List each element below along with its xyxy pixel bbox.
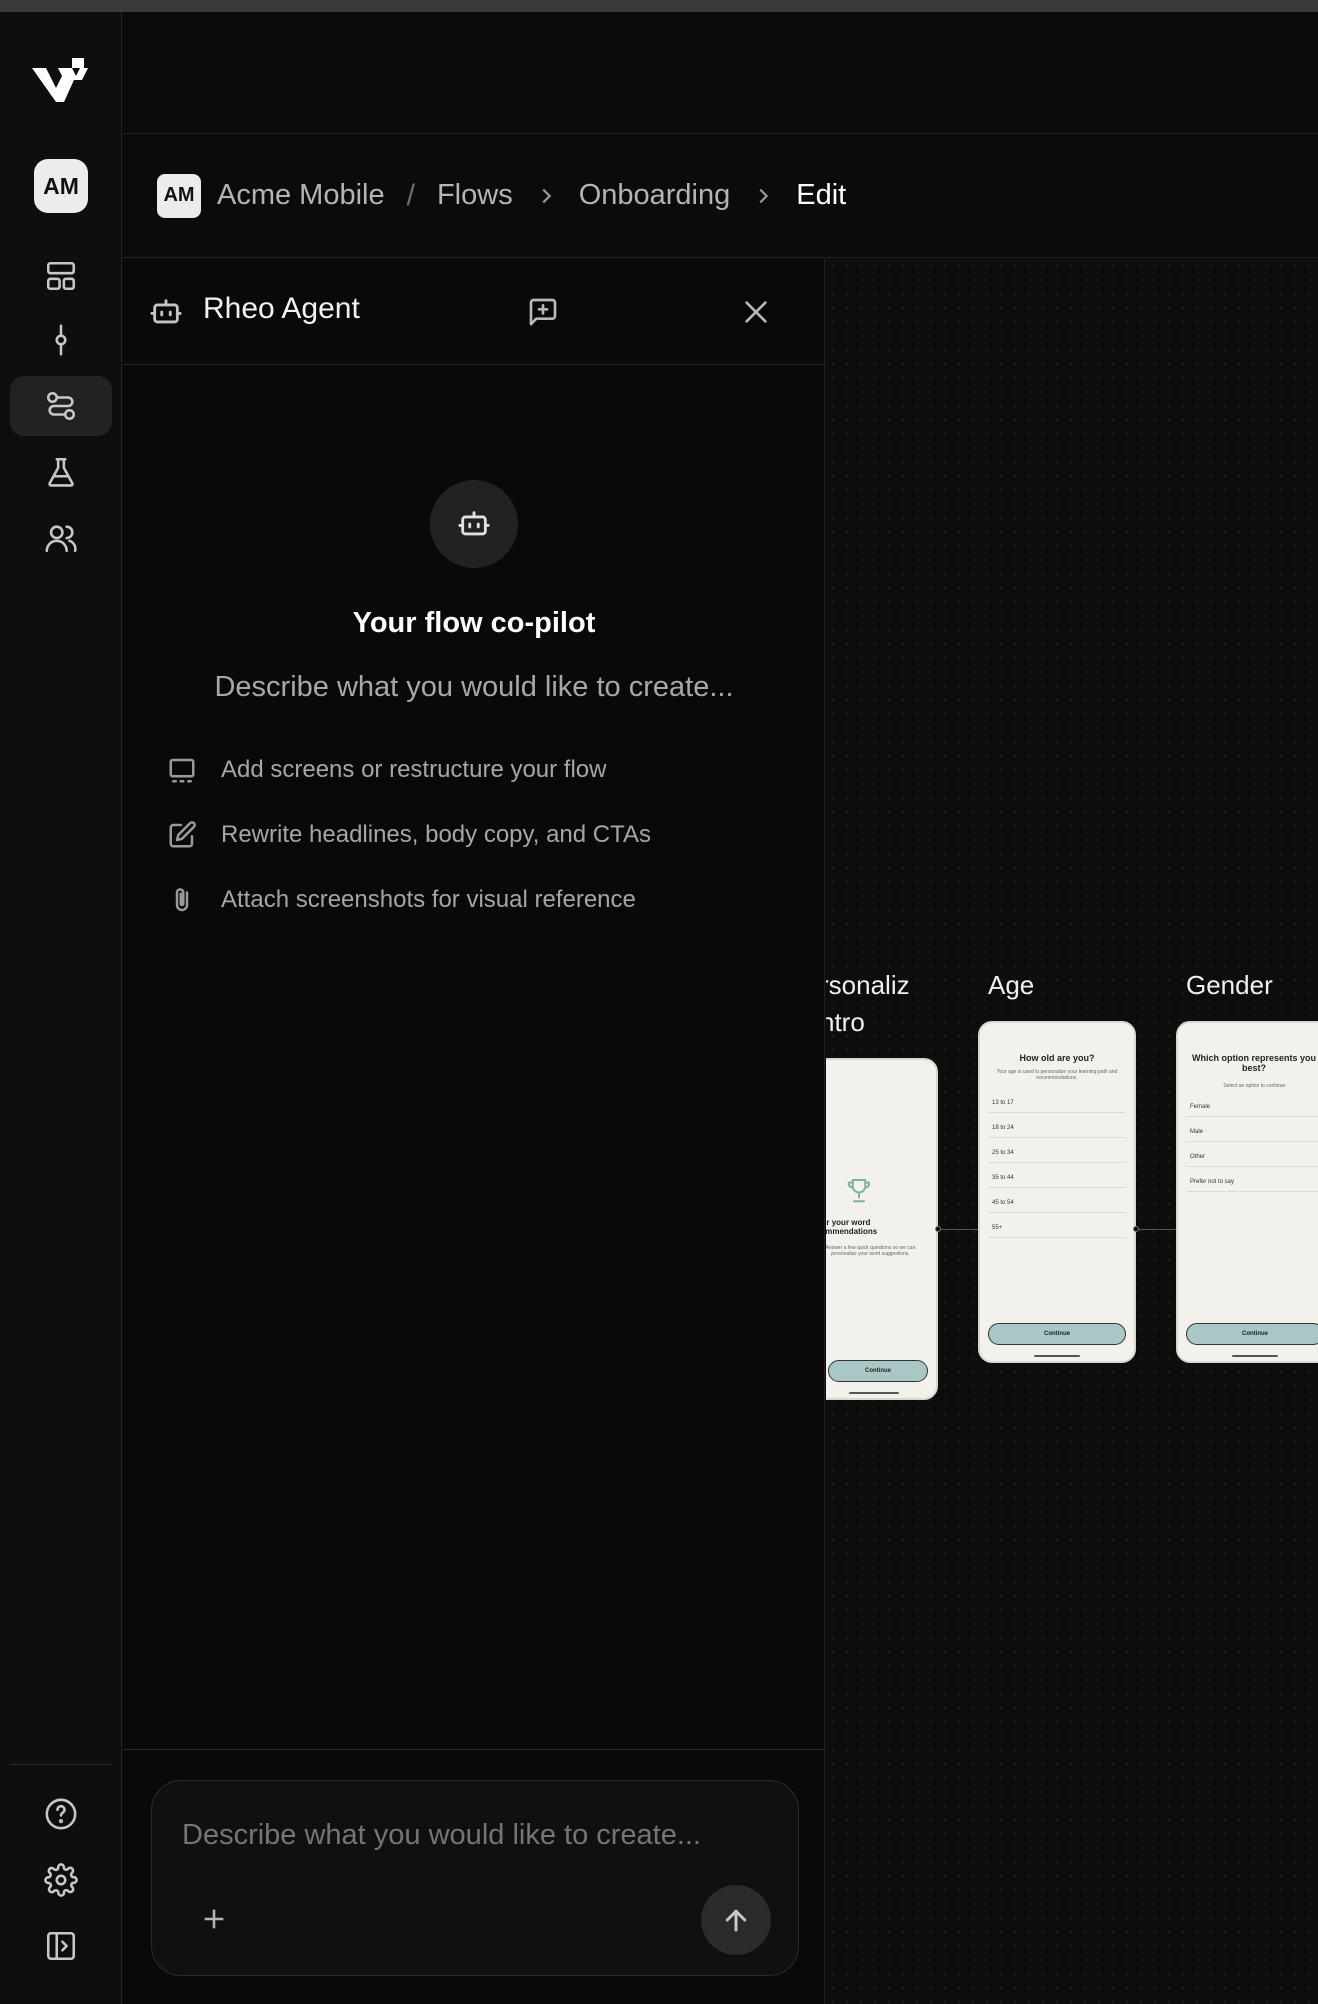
screen-card-age[interactable]: How old are you? Your age is used to per… (978, 1021, 1136, 1363)
flow-canvas[interactable]: rsonaliz ntro Tailor your word recommend… (826, 259, 1318, 2004)
collapse-sidebar-icon (46, 1931, 76, 1961)
home-indicator (848, 1392, 900, 1394)
settings-icon (44, 1863, 78, 1897)
connector-node (1133, 1226, 1139, 1232)
help-icon (45, 1798, 77, 1830)
nav-rail: AM (0, 12, 122, 2004)
breadcrumb-current: Edit (796, 179, 847, 211)
screen-card-gender[interactable]: Which option represents you best? Select… (1176, 1021, 1318, 1363)
experiments-icon (48, 457, 74, 487)
edit-icon (169, 821, 196, 848)
send-button[interactable] (701, 1885, 771, 1955)
screen-icon (169, 758, 195, 783)
attach-button[interactable] (194, 1899, 234, 1939)
option-row: Female (1186, 1097, 1318, 1117)
message-plus-icon (529, 298, 557, 326)
screen-cta: Continue (1186, 1323, 1318, 1345)
chevron-right-icon (752, 185, 774, 207)
breadcrumb-flows[interactable]: Flows (437, 179, 513, 212)
screen-headline: How old are you? (1019, 1053, 1095, 1063)
tip-label: Attach screenshots for visual reference (221, 886, 636, 913)
copilot-subtitle: Describe what you would like to create..… (214, 671, 734, 703)
option-row: 45 to 54 (988, 1193, 1126, 1213)
new-chat-button[interactable] (520, 289, 566, 335)
chevron-right-icon (535, 185, 557, 207)
trophy-icon (847, 1179, 871, 1203)
screen-label-gender[interactable]: Gender (1186, 967, 1273, 1004)
screen-cta: Continue (828, 1360, 928, 1382)
settings-button[interactable] (10, 1850, 112, 1910)
composer-area (123, 1749, 825, 2004)
tip-item: Rewrite headlines, body copy, and CTAs (167, 815, 651, 855)
screen-cta: Continue (988, 1323, 1126, 1345)
screen-label-personalize-intro[interactable]: rsonaliz ntro (826, 967, 910, 1041)
option-row: Male (1186, 1122, 1318, 1142)
breadcrumb-workspace[interactable]: Acme Mobile (217, 179, 385, 212)
breadcrumb-onboarding[interactable]: Onboarding (579, 179, 731, 212)
breadcrumb: AM Acme Mobile / Flows Onboarding Edit (123, 134, 1318, 258)
screen-headline: Which option represents you best? (1191, 1053, 1316, 1073)
screen-label-line: rsonaliz (826, 970, 910, 1000)
commit-icon (55, 324, 67, 356)
top-header (123, 12, 1318, 134)
breadcrumb-separator: / (406, 178, 415, 212)
robot-icon (150, 299, 182, 324)
screen-body: Select an option to continue. (1223, 1083, 1287, 1089)
prompt-input[interactable] (182, 1819, 772, 1852)
option-row: 13 to 17 (988, 1093, 1126, 1113)
nav-experiments-button[interactable] (10, 442, 112, 502)
connector-node (935, 1226, 941, 1232)
robot-icon (458, 511, 490, 536)
screen-body: Answer a few quick questions so we can p… (826, 1245, 916, 1257)
workspace-avatar: AM (157, 173, 201, 218)
logo-icon[interactable] (32, 58, 88, 110)
nav-versions-button[interactable] (10, 310, 112, 370)
user-avatar[interactable]: AM (34, 159, 88, 213)
collapse-sidebar-button[interactable] (10, 1916, 112, 1976)
screen-headline: Tailor your word recommendations (826, 1218, 878, 1236)
plus-icon (204, 1909, 224, 1929)
option-row: Prefer not to say (1186, 1172, 1318, 1192)
option-row: 18 to 24 (988, 1118, 1126, 1138)
close-icon (745, 301, 767, 323)
home-indicator (1033, 1355, 1081, 1357)
help-button[interactable] (10, 1784, 112, 1844)
nav-users-button[interactable] (10, 508, 112, 568)
flows-icon (46, 391, 76, 421)
window-top-bar (0, 0, 1318, 12)
tip-label: Rewrite headlines, body copy, and CTAs (221, 821, 651, 848)
screen-body: Your age is used to personalize your lea… (996, 1069, 1118, 1081)
tip-label: Add screens or restructure your flow (221, 756, 607, 783)
screen-label-line: ntro (826, 1007, 865, 1037)
tip-item: Attach screenshots for visual reference (167, 880, 636, 920)
option-row: Other (1186, 1147, 1318, 1167)
flow-connector (1136, 1229, 1176, 1230)
composer (151, 1780, 799, 1976)
flow-connector (938, 1229, 978, 1230)
tip-item: Add screens or restructure your flow (167, 750, 607, 790)
home-indicator (1231, 1355, 1279, 1357)
option-row: 55+ (988, 1218, 1126, 1238)
screen-card-personalize-intro[interactable]: Tailor your word recommendations Answer … (826, 1058, 938, 1400)
rail-divider (10, 1764, 112, 1765)
agent-panel-title: Rheo Agent (203, 292, 360, 325)
screen-label-age[interactable]: Age (988, 967, 1034, 1004)
copilot-title: Your flow co-pilot (352, 607, 596, 639)
nav-dashboard-button[interactable] (10, 246, 112, 306)
nav-flows-button[interactable] (10, 376, 112, 436)
copilot-badge (430, 480, 518, 568)
dashboard-icon (46, 261, 76, 291)
option-row: 25 to 34 (988, 1143, 1126, 1163)
option-row: 35 to 44 (988, 1168, 1126, 1188)
agent-panel-header: Rheo Agent (123, 259, 825, 365)
users-icon (45, 525, 77, 553)
close-panel-button[interactable] (733, 289, 779, 335)
agent-panel: Rheo Agent Your flow co-pilot Describe w… (123, 259, 825, 2004)
arrow-up-icon (725, 1909, 747, 1932)
paperclip-icon (175, 888, 189, 912)
